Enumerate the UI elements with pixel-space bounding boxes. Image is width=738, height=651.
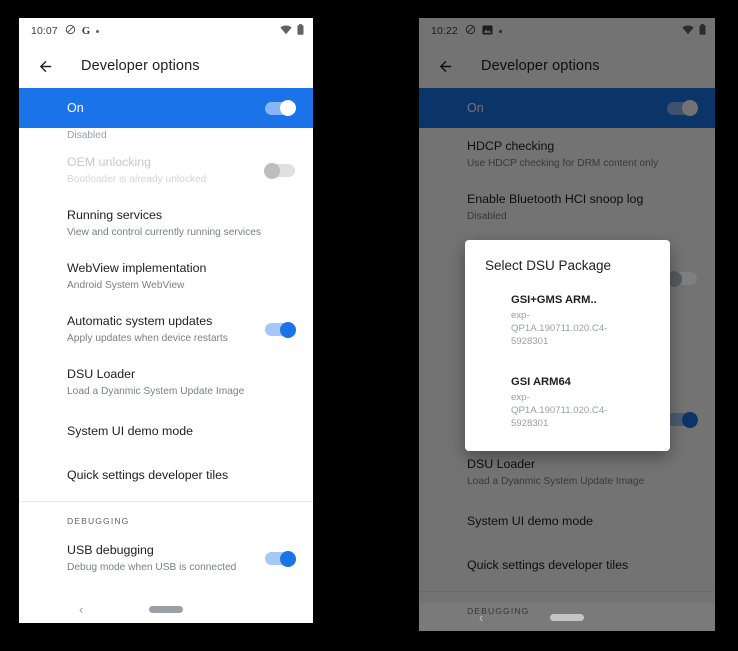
usb-debugging-switch[interactable] (265, 550, 296, 567)
settings-screen-light: 10:07 G Developer options On Disabled OE… (19, 18, 313, 623)
row-subtitle: Apply updates when device restarts (67, 332, 228, 344)
page-title: Developer options (81, 58, 200, 74)
dot-icon (96, 29, 100, 33)
google-g-icon: G (81, 24, 91, 37)
row-title: DSU Loader (67, 367, 136, 382)
home-pill-icon[interactable] (149, 605, 183, 613)
home-pill-icon[interactable] (550, 613, 584, 621)
wifi-icon (280, 22, 292, 40)
developer-options-master-toggle-row[interactable]: On (19, 88, 313, 128)
status-bar: 10:07 G (19, 18, 313, 44)
row-subtitle: Load a Dyanmic System Update Image (67, 385, 245, 397)
row-dsu-loader[interactable]: DSU Loader Load a Dyanmic System Update … (19, 356, 313, 409)
row-title: OEM unlocking (67, 155, 152, 169)
row-title: Running services (67, 208, 163, 223)
battery-icon (297, 22, 304, 40)
app-bar: Developer options (19, 44, 313, 88)
row-title: USB debugging (67, 543, 154, 558)
phone-screenshot-left: 10:07 G Developer options On Disabled OE… (19, 18, 313, 623)
status-bar-system-icons (280, 22, 304, 40)
section-header-debugging: DEBUGGING (67, 516, 130, 527)
dialog-option-name: GSI+GMS ARM.. (511, 294, 597, 306)
row-title: Automatic system updates (67, 314, 213, 329)
row-title: System UI demo mode (67, 423, 194, 438)
oem-unlocking-switch[interactable] (264, 162, 295, 179)
navigation-bar: ‹ (419, 603, 715, 631)
automatic-system-updates-switch[interactable] (265, 321, 296, 338)
phone-screenshot-right: 10:22 D (419, 18, 715, 631)
dialog-option-gsi-gms-arm[interactable]: GSI+GMS ARM.. exp-QP1A.190711.020.C4-592… (465, 287, 670, 355)
dialog-option-build: exp-QP1A.190711.020.C4-5928301 (511, 310, 608, 347)
status-bar-notification-icons: G (65, 22, 100, 40)
row-automatic-system-updates[interactable]: Automatic system updates Apply updates w… (19, 303, 313, 356)
master-toggle-switch[interactable] (265, 100, 296, 116)
row-running-services[interactable]: Running services View and control curren… (19, 197, 313, 250)
nav-back-icon[interactable]: ‹ (479, 611, 483, 624)
row-usb-debugging[interactable]: USB debugging Debug mode when USB is con… (19, 532, 313, 585)
row-subtitle: Bootloader is already unlocked (67, 173, 207, 185)
row-subtitle: Android System WebView (67, 279, 185, 291)
navigation-bar: ‹ (19, 595, 313, 623)
row-title: WebView implementation (67, 261, 207, 276)
dialog-option-name: GSI ARM64 (511, 375, 571, 388)
dialog-title: Select DSU Package (485, 258, 612, 273)
row-subtitle: View and control currently running servi… (67, 226, 262, 238)
settings-screen-with-dialog: 10:22 D (419, 18, 715, 631)
dialog-option-build: exp-QP1A.190711.020.C4-5928301 (511, 392, 608, 429)
master-toggle-label: On (67, 101, 84, 115)
obscured-oem-unlocking-switch[interactable] (666, 270, 697, 287)
row-webview-implementation[interactable]: WebView implementation Android System We… (19, 250, 313, 303)
clipped-subtitle: Disabled (67, 130, 107, 141)
nav-back-icon[interactable]: ‹ (79, 603, 83, 616)
dialog-option-gsi-arm64[interactable]: GSI ARM64 exp-QP1A.190711.020.C4-5928301 (465, 369, 670, 437)
settings-list: OEM unlocking Bootloader is already unlo… (19, 144, 313, 623)
dnd-circle-slash-icon (65, 22, 76, 40)
back-arrow-icon[interactable] (33, 54, 57, 78)
row-oem-unlocking[interactable]: OEM unlocking Bootloader is already unlo… (19, 144, 313, 197)
select-dsu-package-dialog: Select DSU Package GSI+GMS ARM.. exp-QP1… (465, 240, 670, 451)
status-bar-clock: 10:07 (31, 25, 58, 37)
row-quick-settings-developer-tiles[interactable]: Quick settings developer tiles (19, 453, 313, 497)
row-system-ui-demo-mode[interactable]: System UI demo mode (19, 409, 313, 453)
row-subtitle: Debug mode when USB is connected (67, 561, 237, 573)
row-title: Quick settings developer tiles (67, 467, 229, 482)
